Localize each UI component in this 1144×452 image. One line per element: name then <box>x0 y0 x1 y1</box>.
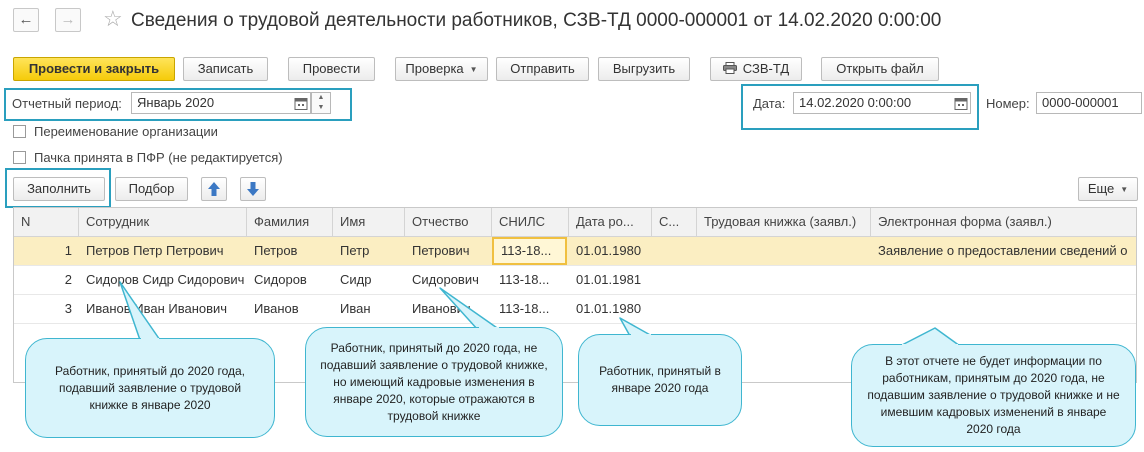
cell-e-form: Заявление о предоставлении сведений о <box>878 243 1128 258</box>
rename-org-label: Переименование организации <box>34 124 218 139</box>
check-label: Проверка <box>405 61 464 76</box>
callout-employee-2: Работник, принятый до 2020 года, не пода… <box>305 327 563 437</box>
arrow-down-icon <box>247 182 259 196</box>
print-szv-label: СЗВ-ТД <box>742 61 790 76</box>
callout-employee-1: Работник, принятый до 2020 года, подавши… <box>25 338 275 438</box>
printer-icon <box>722 59 737 81</box>
cell-employee: Петров Петр Петрович <box>86 243 224 258</box>
col-snils[interactable]: СНИЛС <box>492 208 569 236</box>
col-middle-name[interactable]: Отчество <box>405 208 492 236</box>
callout-note: В этот отчете не будет информации по раб… <box>851 344 1136 447</box>
cell-birth-date: 01.01.1980 <box>576 243 642 258</box>
cell-e-form <box>871 295 1136 323</box>
cell-first-name: Петр <box>340 243 370 258</box>
highlight-fill <box>5 168 111 208</box>
cell-s <box>652 295 697 323</box>
highlight-period <box>4 88 352 121</box>
cell-first-name: Сидр <box>340 272 372 287</box>
highlight-date <box>741 84 979 130</box>
cell-work-book <box>697 266 871 294</box>
cell-middle-name: Сидорович <box>412 272 479 287</box>
cell-last-name: Иванов <box>254 301 299 316</box>
cell-snils: 113-18... <box>499 301 550 316</box>
cell-last-name: Петров <box>254 243 298 258</box>
cell-n: 1 <box>64 243 72 258</box>
callout-employee-3: Работник, принятый в январе 2020 года <box>578 334 742 426</box>
cell-s <box>652 266 697 294</box>
cell-middle-name: Петрович <box>412 243 470 258</box>
col-last-name[interactable]: Фамилия <box>247 208 333 236</box>
print-szv-button[interactable]: СЗВ-ТД <box>710 57 802 81</box>
open-file-button[interactable]: Открыть файл <box>821 57 939 81</box>
cell-snils[interactable]: 113-18... <box>492 237 567 265</box>
select-button[interactable]: Подбор <box>115 177 188 201</box>
col-birth-date[interactable]: Дата ро... <box>569 208 652 236</box>
cell-work-book <box>697 237 871 265</box>
window-title: Сведения о трудовой деятельности работни… <box>131 10 942 31</box>
number-label: Номер: <box>986 96 1030 111</box>
more-button[interactable]: Еще ▼ <box>1078 177 1138 201</box>
caret-down-icon: ▼ <box>1120 184 1129 194</box>
cell-e-form <box>871 266 1136 294</box>
arrow-left-icon: ← <box>18 11 34 28</box>
cell-employee: Иванов Иван Иванович <box>86 301 228 316</box>
arrow-right-icon: → <box>60 11 76 28</box>
cell-snils: 113-18... <box>499 272 550 287</box>
cell-employee: Сидоров Сидр Сидорович <box>86 272 245 287</box>
save-button[interactable]: Записать <box>183 57 268 81</box>
table-row[interactable]: 2 Сидоров Сидр Сидорович Сидоров Сидр Си… <box>14 266 1136 295</box>
col-s[interactable]: С... <box>652 208 697 236</box>
send-button[interactable]: Отправить <box>496 57 589 81</box>
move-down-button[interactable] <box>240 177 266 201</box>
cell-birth-date: 01.01.1981 <box>576 272 642 287</box>
upload-button[interactable]: Выгрузить <box>598 57 690 81</box>
table-row[interactable]: 3 Иванов Иван Иванович Иванов Иван Ивано… <box>14 295 1136 324</box>
cell-last-name: Сидоров <box>254 272 307 287</box>
accepted-pfr-label: Пачка принята в ПФР (не редактируется) <box>34 150 283 165</box>
cell-first-name: Иван <box>340 301 371 316</box>
cell-n: 3 <box>64 301 72 316</box>
col-employee[interactable]: Сотрудник <box>79 208 247 236</box>
cell-middle-name: Иванович <box>412 301 471 316</box>
number-field[interactable]: 0000-000001 <box>1036 92 1142 114</box>
cell-s <box>652 237 697 265</box>
move-up-button[interactable] <box>201 177 227 201</box>
favorite-star-icon[interactable]: ☆ <box>103 6 123 32</box>
caret-down-icon: ▼ <box>469 64 478 74</box>
more-label: Еще <box>1087 181 1115 196</box>
accepted-pfr-checkbox[interactable] <box>13 151 26 164</box>
cell-work-book <box>697 295 871 323</box>
col-first-name[interactable]: Имя <box>333 208 405 236</box>
col-n[interactable]: N <box>14 208 79 236</box>
check-button[interactable]: Проверка ▼ <box>395 57 488 81</box>
rename-org-checkbox[interactable] <box>13 125 26 138</box>
cell-n: 2 <box>64 272 72 287</box>
cell-birth-date: 01.01.1980 <box>576 301 642 316</box>
col-work-book[interactable]: Трудовая книжка (заявл.) <box>697 208 871 236</box>
post-and-close-button[interactable]: Провести и закрыть <box>13 57 175 81</box>
table-header: N Сотрудник Фамилия Имя Отчество СНИЛС Д… <box>14 208 1136 237</box>
table-row[interactable]: 1 Петров Петр Петрович Петров Петр Петро… <box>14 237 1136 266</box>
forward-button[interactable]: → <box>55 8 81 32</box>
back-button[interactable]: ← <box>13 8 39 32</box>
col-e-form[interactable]: Электронная форма (заявл.) <box>871 208 1136 236</box>
post-button[interactable]: Провести <box>288 57 375 81</box>
arrow-up-icon <box>208 182 220 196</box>
